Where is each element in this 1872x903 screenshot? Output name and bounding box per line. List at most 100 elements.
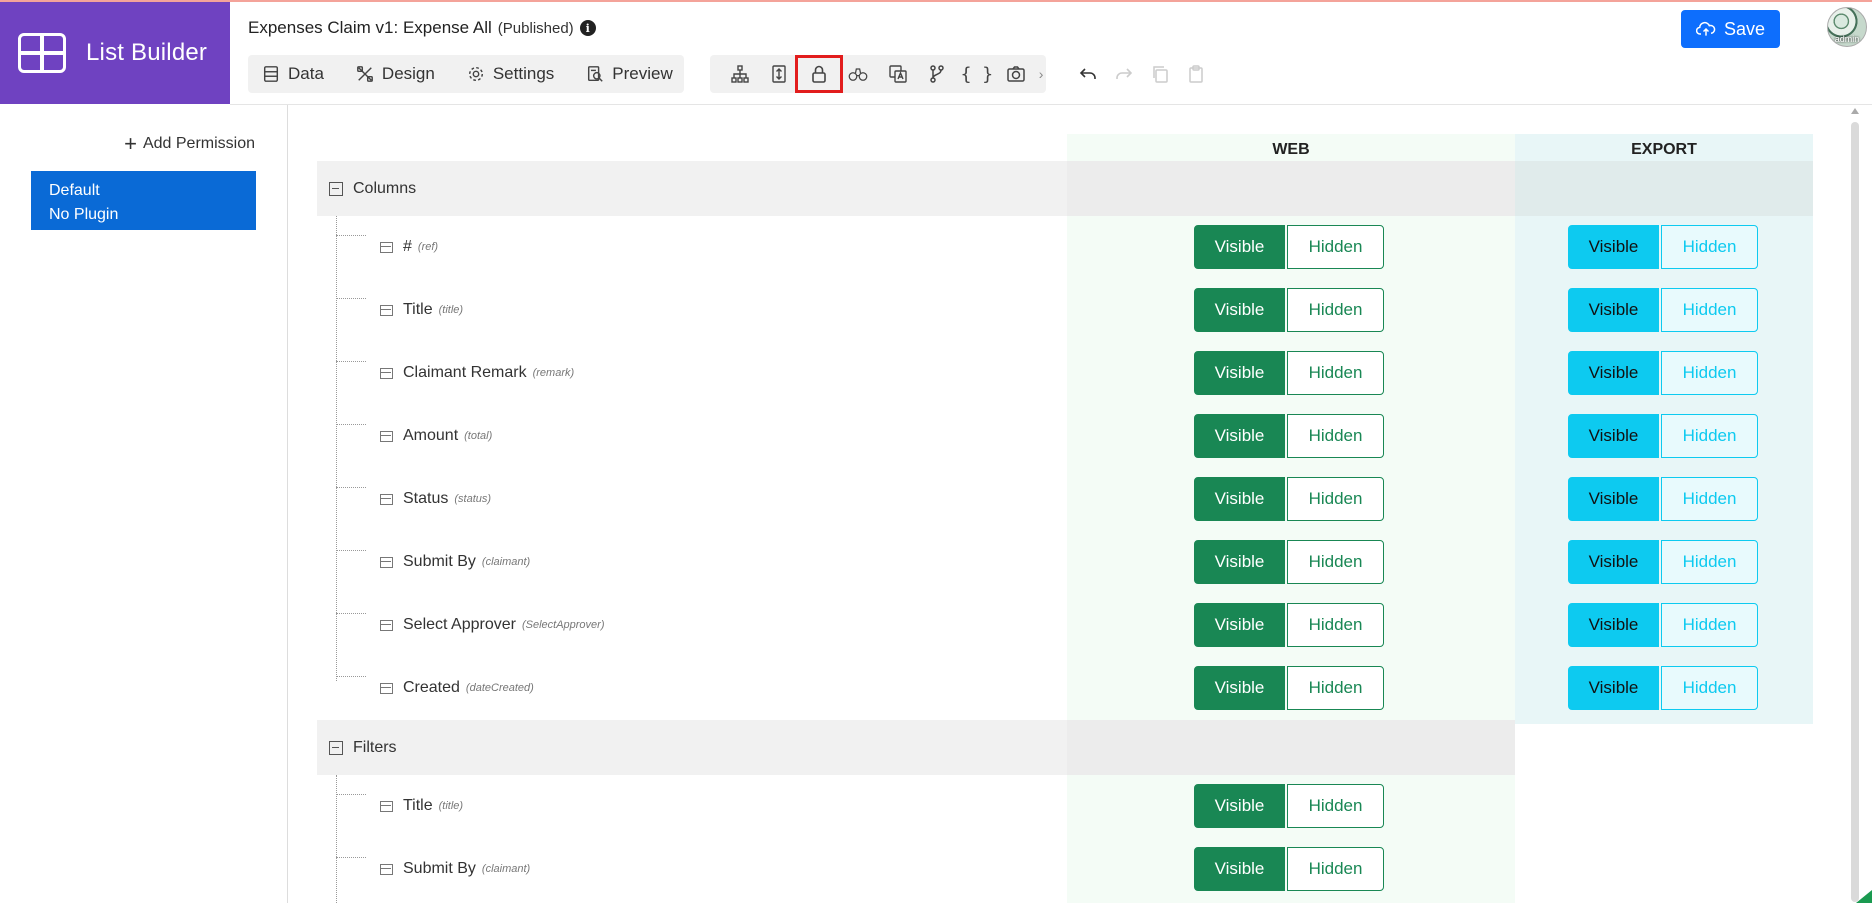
tab-settings[interactable]: Settings xyxy=(467,64,568,84)
tab-design[interactable]: Design xyxy=(356,64,449,84)
paste-button[interactable] xyxy=(1178,55,1214,93)
main-tabs: Data Design Settings Preview xyxy=(248,55,684,93)
collapse-icon[interactable] xyxy=(329,181,343,196)
tree-connector xyxy=(336,423,366,425)
scroll-thumb[interactable] xyxy=(1851,122,1859,902)
copy-button[interactable] xyxy=(1142,55,1178,93)
web-hidden-button[interactable]: Hidden xyxy=(1287,351,1384,395)
save-button[interactable]: Save xyxy=(1681,10,1780,48)
export-hidden-button[interactable]: Hidden xyxy=(1661,351,1758,395)
web-visible-button[interactable]: Visible xyxy=(1194,784,1285,828)
web-visible-button[interactable]: Visible xyxy=(1194,540,1285,584)
tool-translate[interactable] xyxy=(878,55,918,93)
web-hidden-button[interactable]: Hidden xyxy=(1287,477,1384,521)
section-filters[interactable]: Filters xyxy=(317,720,1067,775)
web-visible-button[interactable]: Visible xyxy=(1194,351,1285,395)
top-accent-line xyxy=(0,0,1872,2)
camera-icon xyxy=(1007,66,1026,82)
permission-item-default[interactable]: Default No Plugin xyxy=(31,171,256,230)
section-filters-label: Filters xyxy=(353,738,397,756)
history-tools xyxy=(1070,55,1214,93)
export-hidden-button[interactable]: Hidden xyxy=(1661,603,1758,647)
field-icon xyxy=(380,682,393,694)
web-visibility-toggle: Visible Hidden xyxy=(1194,784,1384,828)
tool-script[interactable]: { } xyxy=(957,55,997,93)
export-hidden-button[interactable]: Hidden xyxy=(1661,666,1758,710)
web-visible-button[interactable]: Visible xyxy=(1194,477,1285,521)
web-visible-button[interactable]: Visible xyxy=(1194,225,1285,269)
undo-button[interactable] xyxy=(1070,55,1106,93)
tree-connector xyxy=(336,360,366,362)
web-hidden-button[interactable]: Hidden xyxy=(1287,666,1384,710)
info-icon[interactable]: i xyxy=(579,20,596,36)
toolbar-scroll-right[interactable]: › xyxy=(1036,66,1046,82)
export-hidden-button[interactable]: Hidden xyxy=(1661,288,1758,332)
web-visible-button[interactable]: Visible xyxy=(1194,847,1285,891)
web-hidden-button[interactable]: Hidden xyxy=(1287,288,1384,332)
web-hidden-button[interactable]: Hidden xyxy=(1287,540,1384,584)
field-key: (dateCreated) xyxy=(465,682,534,694)
tool-permissions[interactable] xyxy=(795,55,843,93)
web-visible-button[interactable]: Visible xyxy=(1194,603,1285,647)
collapse-icon[interactable] xyxy=(329,740,343,755)
redo-button[interactable] xyxy=(1106,55,1142,93)
export-hidden-button[interactable]: Hidden xyxy=(1661,477,1758,521)
field-key: (status) xyxy=(454,493,492,505)
export-visible-button[interactable]: Visible xyxy=(1568,414,1659,458)
section-columns[interactable]: Columns xyxy=(317,161,1067,216)
tool-screenshot[interactable] xyxy=(997,55,1037,93)
field-row: Title (title) xyxy=(336,279,1036,341)
list-builder-logo-icon xyxy=(18,33,66,73)
export-visible-button[interactable]: Visible xyxy=(1568,666,1659,710)
field-row: Amount (total) xyxy=(336,405,1036,467)
tree-connector xyxy=(336,486,366,488)
field-icon xyxy=(380,241,393,253)
scroll-up-arrow-icon[interactable] xyxy=(1851,108,1859,114)
tree-connector xyxy=(336,549,366,551)
export-visible-button[interactable]: Visible xyxy=(1568,288,1659,332)
export-hidden-button[interactable]: Hidden xyxy=(1661,225,1758,269)
web-visibility-toggle: Visible Hidden xyxy=(1194,288,1384,332)
tool-sort[interactable] xyxy=(760,55,800,93)
field-key: (title) xyxy=(438,304,464,316)
tool-hierarchy[interactable] xyxy=(720,55,760,93)
field-icon xyxy=(380,304,393,316)
field-key: (ref) xyxy=(417,241,439,253)
web-hidden-button[interactable]: Hidden xyxy=(1287,784,1384,828)
field-label: Select Approver xyxy=(403,616,516,633)
field-row: Claimant Remark (remark) xyxy=(336,342,1036,404)
tool-branch[interactable] xyxy=(918,55,958,93)
tree-connector xyxy=(336,297,366,299)
export-visible-button[interactable]: Visible xyxy=(1568,540,1659,584)
web-visible-button[interactable]: Visible xyxy=(1194,414,1285,458)
tab-data[interactable]: Data xyxy=(262,64,338,84)
web-visible-button[interactable]: Visible xyxy=(1194,288,1285,332)
web-hidden-button[interactable]: Hidden xyxy=(1287,603,1384,647)
web-hidden-button[interactable]: Hidden xyxy=(1287,847,1384,891)
export-visible-button[interactable]: Visible xyxy=(1568,351,1659,395)
export-visible-button[interactable]: Visible xyxy=(1568,603,1659,647)
add-permission-button[interactable]: + Add Permission xyxy=(124,133,255,155)
web-visible-button[interactable]: Visible xyxy=(1194,666,1285,710)
export-visible-button[interactable]: Visible xyxy=(1568,477,1659,521)
field-icon xyxy=(380,493,393,505)
web-hidden-button[interactable]: Hidden xyxy=(1287,225,1384,269)
page-scrollbar[interactable] xyxy=(1848,105,1862,903)
web-visibility-toggle: Visible Hidden xyxy=(1194,477,1384,521)
field-icon xyxy=(380,863,393,875)
field-row: Created (dateCreated) xyxy=(336,657,1036,719)
field-key: (remark) xyxy=(532,367,575,379)
field-icon xyxy=(380,556,393,568)
export-visible-button[interactable]: Visible xyxy=(1568,225,1659,269)
web-hidden-button[interactable]: Hidden xyxy=(1287,414,1384,458)
tool-lookup[interactable] xyxy=(839,55,879,93)
web-visibility-toggle: Visible Hidden xyxy=(1194,351,1384,395)
export-hidden-button[interactable]: Hidden xyxy=(1661,414,1758,458)
tab-preview[interactable]: Preview xyxy=(586,64,686,84)
corner-indicator xyxy=(1856,890,1872,903)
user-avatar[interactable]: admin xyxy=(1827,7,1867,47)
binoculars-icon xyxy=(848,68,868,81)
translate-icon xyxy=(889,65,907,83)
export-hidden-button[interactable]: Hidden xyxy=(1661,540,1758,584)
export-visibility-toggle: Visible Hidden xyxy=(1568,351,1758,395)
